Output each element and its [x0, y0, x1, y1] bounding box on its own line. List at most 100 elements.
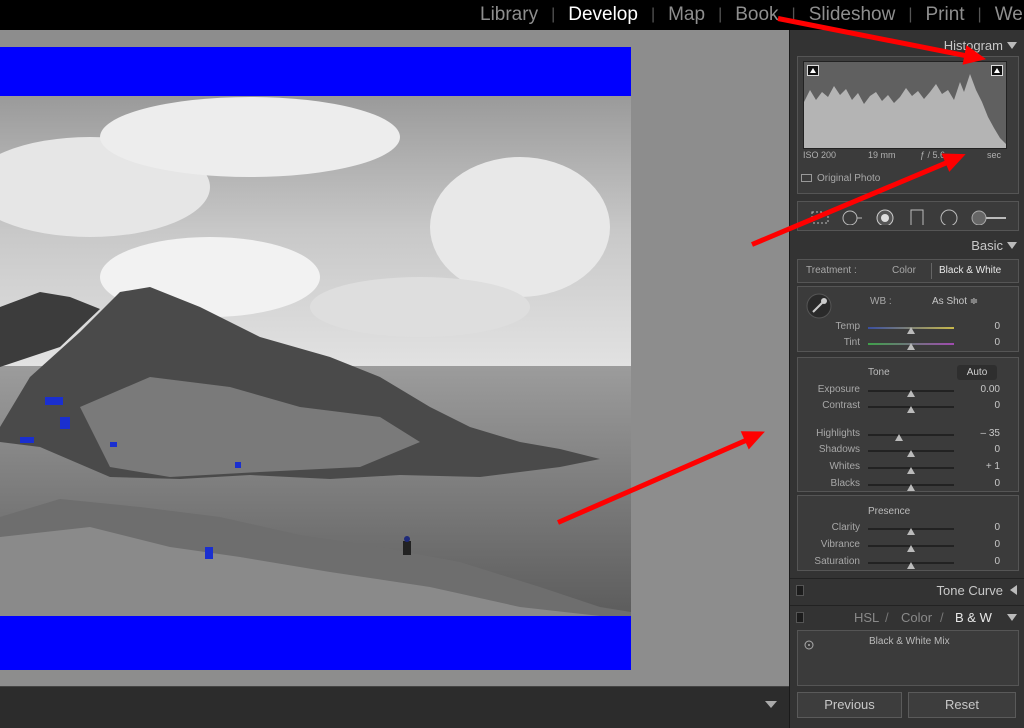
blacks-value[interactable]: 0: [960, 478, 1000, 489]
panel-switch-icon[interactable]: [796, 612, 804, 623]
develop-right-panel: Histogram ISO 200 19 mm ƒ / 5.6 sec Orig…: [789, 30, 1024, 728]
shadows-slider-handle[interactable]: [907, 450, 915, 457]
bw-mix-title: Black & White Mix: [869, 636, 950, 647]
treatment-label: Treatment :: [806, 265, 857, 276]
iso-readout: ISO 200: [803, 150, 837, 160]
highlights-slider[interactable]: [868, 434, 954, 436]
module-develop[interactable]: Develop: [568, 4, 638, 26]
highlights-slider-handle[interactable]: [894, 434, 903, 441]
highlights-value[interactable]: – 35: [960, 428, 1000, 439]
module-separator: |: [650, 6, 656, 23]
panel-switch-icon[interactable]: [796, 585, 804, 596]
module-separator: |: [718, 6, 723, 23]
hsl-header[interactable]: HSL / Color / B & W: [790, 605, 1024, 627]
module-separator: |: [908, 6, 913, 23]
blacks-label: Blacks: [830, 478, 860, 489]
hsl-tab[interactable]: HSL: [854, 610, 879, 625]
saturation-slider-handle[interactable]: [907, 562, 915, 569]
collapse-triangle-icon[interactable]: [1007, 242, 1017, 249]
spot-removal-icon[interactable]: [840, 209, 864, 225]
tone-curve-header[interactable]: Tone Curve: [790, 578, 1024, 600]
radial-filter-icon[interactable]: [939, 209, 959, 225]
contrast-value[interactable]: 0: [960, 400, 1000, 411]
original-photo-toggle[interactable]: Original Photo: [801, 173, 880, 184]
temp-value[interactable]: 0: [960, 321, 1000, 332]
wb-dropdown[interactable]: As Shot ≑: [932, 296, 978, 307]
treatment-divider: [931, 263, 932, 279]
shadow-clipping-icon[interactable]: [807, 65, 819, 76]
tone-curve-title: Tone Curve: [936, 583, 1003, 598]
tone-title: Tone: [868, 367, 890, 378]
module-map[interactable]: Map: [668, 4, 705, 26]
checkbox-icon: [801, 174, 812, 183]
tab-separator: /: [885, 610, 889, 625]
previous-button[interactable]: Previous: [797, 692, 902, 718]
clarity-slider-handle[interactable]: [907, 528, 915, 535]
whites-value[interactable]: + 1: [960, 461, 1000, 472]
focal-length-readout: 19 mm: [868, 150, 896, 160]
bw-tab[interactable]: B & W: [955, 610, 992, 625]
photo-image: [0, 47, 631, 670]
tool-strip: [797, 201, 1019, 231]
module-library[interactable]: Library: [480, 4, 538, 26]
saturation-label: Saturation: [814, 556, 860, 567]
target-adjust-icon[interactable]: [803, 639, 815, 651]
vibrance-label: Vibrance: [820, 539, 860, 550]
treatment-bw-option[interactable]: Black & White: [939, 265, 1001, 276]
clipping-overlay-top: [0, 47, 631, 96]
module-web[interactable]: Web: [995, 4, 1024, 26]
blacks-slider-handle[interactable]: [907, 484, 915, 491]
clipping-overlay-bottom: [0, 616, 631, 670]
presence-title: Presence: [868, 506, 911, 517]
tab-separator: /: [940, 610, 944, 625]
shadows-value[interactable]: 0: [960, 444, 1000, 455]
collapse-triangle-icon[interactable]: [1007, 614, 1017, 621]
module-book[interactable]: Book: [735, 4, 778, 26]
module-picker: Library | Develop | Map | Book | Slideshow | …: [0, 0, 1024, 30]
module-separator: |: [551, 6, 556, 23]
vibrance-value[interactable]: 0: [960, 539, 1000, 550]
exposure-value[interactable]: 0.00: [960, 384, 1000, 395]
filmstrip: [0, 686, 789, 728]
eyedropper-icon[interactable]: [806, 293, 832, 319]
highlights-label: Highlights: [816, 428, 860, 439]
treatment-color-option[interactable]: Color: [892, 265, 916, 276]
whites-slider-handle[interactable]: [907, 467, 915, 474]
tint-slider-handle[interactable]: [907, 343, 915, 350]
whites-label: Whites: [829, 461, 860, 472]
module-separator: |: [977, 6, 982, 23]
adjustment-brush-icon[interactable]: [970, 209, 1010, 225]
clarity-label: Clarity: [831, 522, 860, 533]
expand-triangle-icon[interactable]: [1010, 585, 1017, 595]
tint-label: Tint: [843, 337, 860, 348]
tint-value[interactable]: 0: [960, 337, 1000, 348]
auto-tone-button[interactable]: Auto: [957, 365, 997, 380]
treatment-row: Treatment : Color Black & White: [797, 259, 1019, 283]
saturation-value[interactable]: 0: [960, 556, 1000, 567]
basic-title: Basic: [971, 238, 1003, 253]
histogram-graph[interactable]: [803, 61, 1007, 149]
contrast-label: Contrast: [822, 400, 860, 411]
filmstrip-toggle-icon[interactable]: [765, 701, 777, 708]
temp-label: Temp: [835, 321, 860, 332]
photo-preview[interactable]: [0, 47, 631, 670]
vibrance-slider-handle[interactable]: [907, 545, 915, 552]
collapse-triangle-icon[interactable]: [1007, 42, 1017, 49]
contrast-slider-handle[interactable]: [907, 406, 915, 413]
image-canvas: [0, 30, 789, 686]
clarity-value[interactable]: 0: [960, 522, 1000, 533]
basic-header[interactable]: Basic: [790, 234, 1024, 256]
shadows-label: Shadows: [818, 444, 860, 455]
graduated-filter-icon[interactable]: [910, 209, 924, 225]
shutter-readout: sec: [987, 150, 1002, 160]
original-photo-label: Original Photo: [817, 173, 881, 184]
module-print[interactable]: Print: [925, 4, 964, 26]
temp-slider-handle[interactable]: [907, 327, 915, 334]
highlight-clipping-icon[interactable]: [991, 65, 1003, 76]
color-tab[interactable]: Color: [901, 610, 932, 625]
module-slideshow[interactable]: Slideshow: [809, 4, 896, 26]
wb-label: WB :: [870, 296, 892, 307]
reset-button[interactable]: Reset: [908, 692, 1016, 718]
red-eye-icon[interactable]: [875, 209, 895, 225]
exposure-slider-handle[interactable]: [907, 390, 915, 397]
